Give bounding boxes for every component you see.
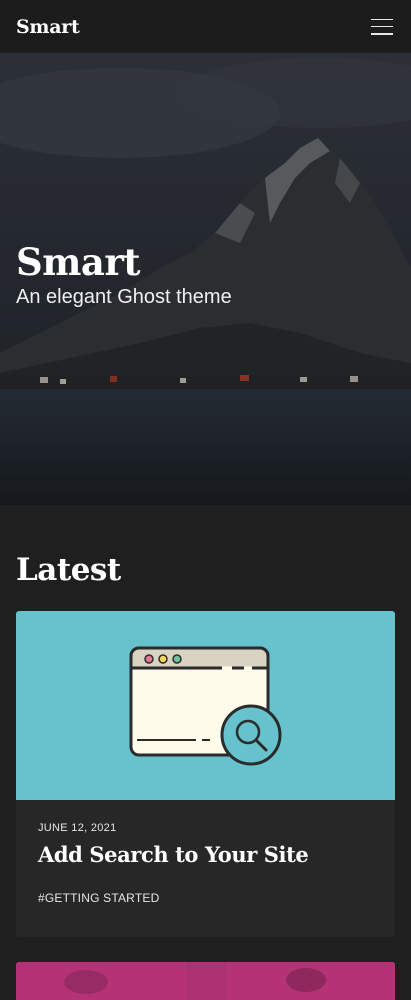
post-card-body: JUNE 12, 2021 Add Search to Your Site #G… (16, 800, 395, 907)
post-feature-image[interactable] (16, 611, 395, 800)
magnifier-icon (220, 704, 282, 766)
site-header: Smart (0, 0, 411, 53)
post-title[interactable]: Add Search to Your Site (38, 842, 373, 867)
post-feature-image-next (16, 962, 395, 1000)
site-logo-link[interactable]: Smart (16, 16, 80, 38)
hero-text: Smart An elegant Ghost theme (16, 240, 232, 309)
hero-section: Smart An elegant Ghost theme (0, 53, 411, 505)
menu-bar (371, 33, 393, 35)
hero-title: Smart (16, 240, 140, 284)
post-date: JUNE 12, 2021 (38, 822, 117, 834)
post-card-next[interactable] (16, 962, 395, 1000)
hero-subtitle: An elegant Ghost theme (16, 286, 232, 308)
browser-search-illustration (129, 646, 282, 766)
menu-icon[interactable] (371, 18, 393, 35)
post-tag[interactable]: #GETTING STARTED (38, 891, 159, 905)
latest-heading: Latest (16, 552, 121, 588)
post-card[interactable]: JUNE 12, 2021 Add Search to Your Site #G… (16, 611, 395, 937)
menu-bar (371, 25, 393, 28)
menu-bar (371, 18, 393, 20)
